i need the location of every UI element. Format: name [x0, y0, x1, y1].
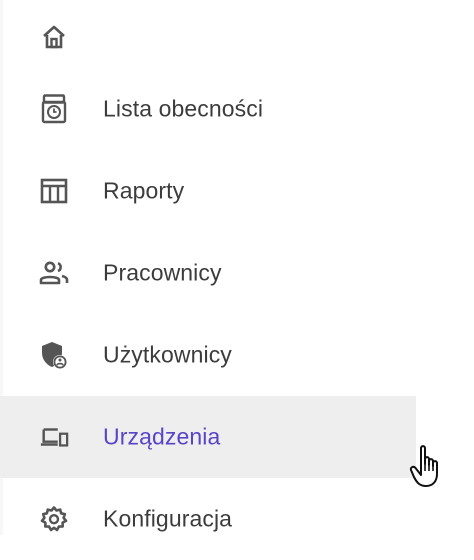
- people-icon: [39, 258, 69, 288]
- sidebar-item-label: Pracownicy: [103, 259, 222, 286]
- sidebar-item-label: Konfiguracja: [103, 505, 233, 532]
- sidebar-item-label: Urządzenia: [103, 423, 221, 450]
- sidebar-item-reports[interactable]: Raporty: [0, 150, 416, 232]
- gear-icon: [39, 504, 69, 534]
- devices-icon: [39, 422, 69, 452]
- sidebar-item-devices[interactable]: Urządzenia: [0, 396, 416, 478]
- sidebar-item-label: Lista obecności: [103, 95, 264, 122]
- time-clock-icon: [39, 94, 69, 124]
- table-report-icon: [39, 176, 69, 206]
- hand-cursor-icon: [409, 444, 451, 490]
- sidebar-item-employees[interactable]: Pracownicy: [0, 232, 416, 314]
- sidebar-item-attendance-list[interactable]: Lista obecności: [0, 68, 416, 150]
- user-shield-icon: [39, 340, 69, 370]
- home-icon: [39, 22, 69, 52]
- sidebar-item-configuration[interactable]: Konfiguracja: [0, 478, 416, 560]
- sidebar-item-users[interactable]: Użytkownicy: [0, 314, 416, 396]
- sidebar-item-label: Użytkownicy: [103, 341, 232, 368]
- sidebar-nav: Lista obecności Raporty Pracownicy Użytk…: [0, 0, 474, 535]
- sidebar-item-label: Raporty: [103, 177, 185, 204]
